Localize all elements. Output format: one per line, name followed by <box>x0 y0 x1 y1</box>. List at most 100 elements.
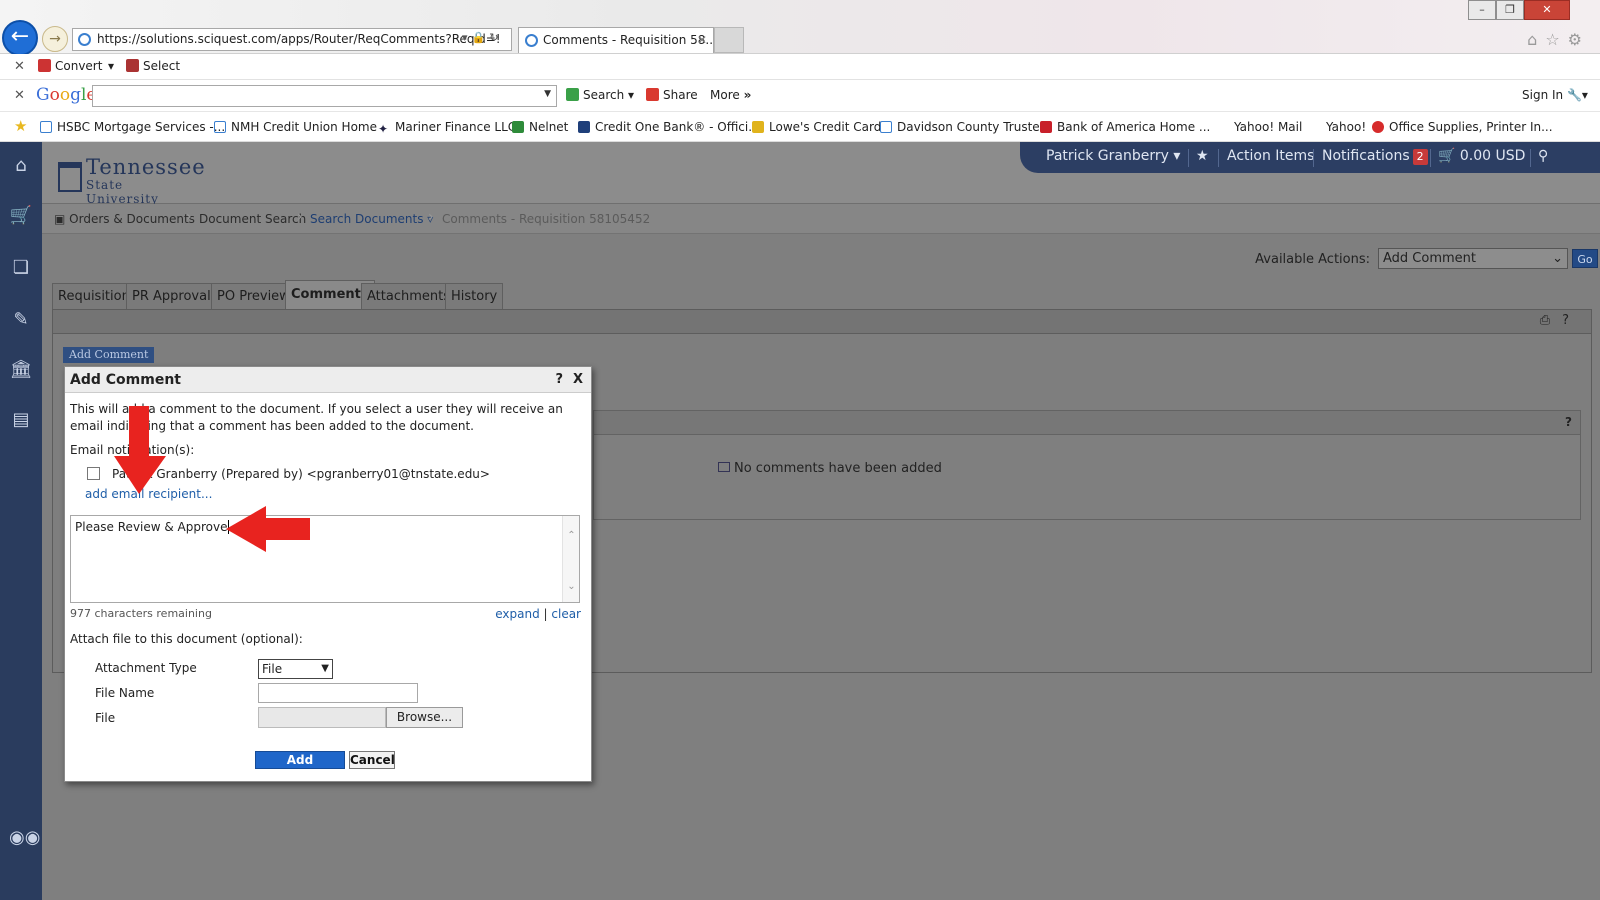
convert-dropdown-icon[interactable]: ▾ <box>108 59 114 73</box>
university-logo[interactable]: Tennessee State University <box>56 156 205 206</box>
more-button[interactable]: More » <box>710 88 751 102</box>
browse-button[interactable]: Browse... <box>386 707 463 728</box>
favorite-link[interactable]: Bank of America Home ... <box>1040 120 1210 134</box>
browser-tab[interactable]: Comments - Requisition 58... ✕ <box>518 27 714 53</box>
bank-icon[interactable]: 🏛 <box>9 358 33 382</box>
share-button[interactable]: Share <box>646 88 698 102</box>
add-comment-submit-button[interactable]: Add Comment <box>255 751 345 783</box>
user-menu[interactable]: Patrick Granberry ▾ <box>1046 148 1180 164</box>
tab-attachments[interactable]: Attachments <box>361 283 456 310</box>
recipient-checkbox[interactable] <box>87 467 100 480</box>
attachment-type-select[interactable]: File ▼ <box>258 659 333 679</box>
close-button[interactable]: X <box>573 372 583 387</box>
notifications-link[interactable]: Notifications 2 <box>1322 148 1428 165</box>
tab-history[interactable]: History <box>445 283 504 310</box>
restore-button[interactable]: ❐ <box>1496 0 1524 20</box>
new-tab-button[interactable] <box>714 27 744 53</box>
chevron-down-icon[interactable]: ▼ <box>544 89 551 99</box>
favorite-link[interactable]: Yahoo! Mail <box>1234 120 1302 134</box>
breadcrumb-document-search[interactable]: Document Search <box>199 212 306 226</box>
favorite-link[interactable]: Davidson County Trustee <box>880 120 1047 134</box>
favorite-link[interactable]: Office Supplies, Printer In... <box>1372 120 1553 134</box>
clear-link[interactable]: clear <box>551 607 581 621</box>
favorite-link[interactable]: Credit One Bank® - Offici... <box>578 120 760 134</box>
back-arrow-icon: ← <box>10 24 30 49</box>
double-chevron-icon: » <box>743 88 752 102</box>
tab-po-preview[interactable]: PO Preview <box>211 283 296 310</box>
textarea-scrollbar[interactable]: ⌃ ⌄ <box>562 516 579 602</box>
cart-icon: 🛒 <box>1438 148 1456 164</box>
cart-link[interactable]: 🛒 0.00 USD <box>1438 148 1525 164</box>
go-button[interactable]: Go <box>1572 249 1598 268</box>
sign-in-button[interactable]: Sign In 🔧▾ <box>1522 88 1588 102</box>
shopping-cart-icon[interactable]: 🛒 <box>9 204 33 228</box>
google-logo: Google <box>36 85 96 105</box>
home-icon[interactable]: ⌂ <box>1527 30 1545 49</box>
app-header: Tennessee State University Patrick Granb… <box>42 142 1600 206</box>
ie-favicon-icon <box>78 33 91 46</box>
binoculars-icon[interactable]: ◉◉ <box>9 826 40 850</box>
favorite-link[interactable]: Yahoo! <box>1326 120 1366 134</box>
help-icon[interactable]: ? <box>1565 415 1572 429</box>
left-nav: ⌂ 🛒 ❏ ✎ 🏛 ▤ ◉◉ <box>0 142 42 900</box>
address-tools[interactable]: ▾🔒↻ <box>462 31 502 44</box>
favorites-star-add-icon[interactable]: ★ <box>14 117 27 135</box>
minimize-button[interactable]: – <box>1468 0 1496 20</box>
caret-down-icon: ▾ <box>1173 148 1181 164</box>
add-comment-tab[interactable]: Add Comment <box>63 347 155 363</box>
dropdown-icon[interactable]: ▾ <box>462 31 472 44</box>
file-path-field[interactable] <box>258 707 386 728</box>
edit-document-icon[interactable]: ✎ <box>9 308 33 332</box>
browser-titlebar: ← → https://solutions.sciquest.com/apps/… <box>0 0 1600 56</box>
favorite-link[interactable]: ✦ Mariner Finance LLC <box>378 120 516 136</box>
comment-icon <box>718 462 730 472</box>
scroll-down-icon[interactable]: ⌄ <box>563 581 580 592</box>
lowes-icon <box>752 121 764 133</box>
favorite-link[interactable]: HSBC Mortgage Services -... <box>40 120 225 134</box>
documents-small-icon: ▣ <box>54 212 66 226</box>
breadcrumb-orders[interactable]: ▣ Orders & Documents <box>54 212 195 226</box>
browser-chrome: ← → https://solutions.sciquest.com/apps/… <box>0 0 1600 142</box>
documents-icon[interactable]: ❏ <box>9 256 33 280</box>
address-bar[interactable]: https://solutions.sciquest.com/apps/Rout… <box>72 28 512 51</box>
refresh-icon[interactable]: ↻ <box>489 31 502 44</box>
page-icon <box>880 121 892 133</box>
help-icon[interactable]: ? <box>1562 313 1581 328</box>
favorites-star-icon[interactable]: ☆ <box>1545 30 1567 49</box>
settings-gear-icon[interactable]: ⚙ <box>1568 30 1590 49</box>
favorite-link[interactable]: Lowe's Credit Card <box>752 120 881 134</box>
reports-chart-icon[interactable]: ▤ <box>9 408 33 432</box>
favorite-link[interactable]: NMH Credit Union Home <box>214 120 377 134</box>
select-button[interactable]: Select <box>126 59 180 73</box>
file-name-input[interactable] <box>258 683 418 703</box>
credit-one-icon <box>578 121 590 133</box>
breadcrumb-search-documents[interactable]: Search Documents ▿ <box>310 212 433 226</box>
forward-button[interactable]: → <box>42 26 68 52</box>
office-supplies-icon <box>1372 121 1384 133</box>
scroll-up-icon[interactable]: ⌃ <box>563 530 580 541</box>
favorite-link[interactable]: Nelnet <box>512 120 568 134</box>
tab-requisition[interactable]: Requisition <box>52 283 136 310</box>
google-toolbar-close-icon[interactable]: ✕ <box>14 88 25 103</box>
print-icon[interactable]: ⎙ <box>1540 313 1562 328</box>
available-actions-select[interactable]: Add Comment ⌄ <box>1378 248 1568 269</box>
back-button[interactable]: ← <box>2 20 38 56</box>
notification-count-badge: 2 <box>1412 149 1428 165</box>
cancel-button[interactable]: Cancel <box>349 751 395 769</box>
search-icon[interactable]: ⚲ <box>1538 148 1548 164</box>
dialog-titlebar: Add Comment ? X <box>65 367 591 393</box>
action-items-link[interactable]: Action Items <box>1227 148 1314 164</box>
pdf-icon <box>38 59 51 72</box>
comment-textarea[interactable]: Please Review & Approve ⌃ ⌄ <box>70 515 580 603</box>
window-close-button[interactable]: ✕ <box>1524 0 1570 20</box>
google-search-input[interactable]: ▼ <box>92 85 557 107</box>
convert-button[interactable]: Convert <box>38 59 102 73</box>
favorites-star-icon[interactable]: ★ <box>1196 148 1209 164</box>
expand-link[interactable]: expand <box>495 607 539 621</box>
tab-pr-approvals[interactable]: PR Approvals <box>126 283 224 310</box>
help-button[interactable]: ? <box>555 372 563 387</box>
toolbar-close-icon[interactable]: ✕ <box>14 59 25 74</box>
google-search-button[interactable]: Search ▾ <box>566 88 634 102</box>
home-icon[interactable]: ⌂ <box>9 154 33 178</box>
tab-close-icon[interactable]: ✕ <box>697 28 707 52</box>
